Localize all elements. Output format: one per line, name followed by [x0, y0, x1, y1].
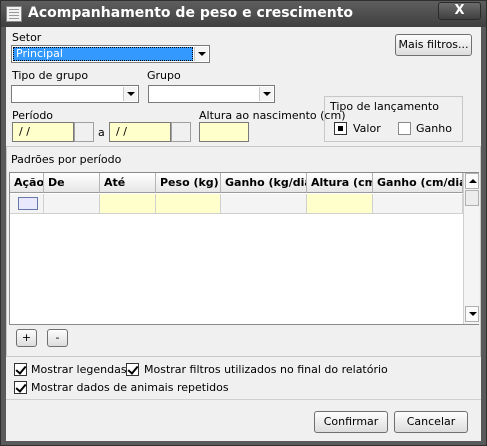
ganho-label: Ganho [416, 122, 452, 135]
col-acao[interactable]: Ação [10, 173, 44, 193]
periodo-start-picker[interactable] [74, 122, 94, 142]
periodo-label: Período [12, 109, 54, 122]
tipo-lancamento-label: Tipo de lançamento [330, 100, 439, 113]
dialog-window: Acompanhamento de peso e crescimento X S… [0, 0, 487, 446]
grid-scrollbar[interactable] [463, 173, 479, 324]
app-icon [6, 6, 22, 22]
mostrar-legendas-checkbox[interactable] [14, 363, 27, 376]
setor-label: Setor [12, 31, 42, 44]
mostrar-filtros-checkbox[interactable] [126, 363, 139, 376]
tipo-grupo-select[interactable] [11, 85, 139, 103]
mostrar-filtros-label: Mostrar filtros utilizados no final do r… [144, 363, 388, 376]
row-action-checkbox[interactable] [18, 197, 38, 210]
padroes-grid[interactable]: Ação De Até Peso (kg) Ganho (kg/dia) Alt… [9, 172, 479, 325]
setor-select[interactable]: Principal [11, 45, 210, 63]
add-row-button[interactable]: + [16, 329, 37, 347]
mostrar-legendas-label: Mostrar legendas [31, 363, 127, 376]
mostrar-repetidos-checkbox[interactable] [14, 381, 27, 394]
col-altura[interactable]: Altura (cm [307, 173, 373, 193]
row-ganho-kg-cell[interactable] [221, 194, 307, 214]
setor-value: Principal [13, 47, 193, 61]
periodo-separator: a [98, 126, 105, 139]
cancelar-button[interactable]: Cancelar [394, 411, 468, 433]
chevron-down-icon[interactable] [123, 87, 137, 101]
periodo-end-picker[interactable] [171, 122, 191, 142]
chevron-down-icon[interactable] [259, 87, 273, 101]
confirmar-button[interactable]: Confirmar [314, 411, 388, 433]
chevron-down-icon[interactable] [194, 47, 208, 61]
row-altura-cell[interactable] [307, 194, 373, 214]
close-button[interactable]: X [438, 2, 481, 20]
periodo-end-input[interactable]: / / [109, 122, 171, 142]
tipo-lancamento-group: Tipo de lançamento Valor Ganho [324, 96, 463, 142]
dialog-body: Setor Principal Mais filtros... Tipo de … [6, 27, 481, 441]
title-bar[interactable]: Acompanhamento de peso e crescimento X [1, 1, 486, 27]
mais-filtros-button[interactable]: Mais filtros... [395, 34, 472, 56]
window-title: Acompanhamento de peso e crescimento [28, 5, 354, 21]
row-de-cell[interactable] [44, 194, 100, 214]
periodo-start-input[interactable]: / / [12, 122, 74, 142]
row-ate-cell[interactable] [100, 194, 156, 214]
col-peso[interactable]: Peso (kg) [156, 173, 221, 193]
col-ate[interactable]: Até [100, 173, 156, 193]
row-ganho-cm-cell[interactable] [373, 194, 463, 214]
altura-nascimento-input[interactable] [199, 122, 249, 142]
valor-radio[interactable] [334, 122, 347, 135]
grupo-label: Grupo [147, 69, 181, 82]
tipo-grupo-label: Tipo de grupo [12, 69, 89, 82]
valor-label: Valor [353, 122, 381, 135]
scroll-thumb[interactable] [465, 190, 479, 206]
scroll-up-icon[interactable] [465, 173, 479, 189]
padroes-label: Padrões por período [11, 153, 122, 166]
ganho-radio[interactable] [398, 122, 411, 135]
row-acao-cell[interactable] [10, 194, 44, 214]
remove-row-button[interactable]: - [47, 329, 68, 347]
mostrar-repetidos-label: Mostrar dados de animais repetidos [31, 381, 229, 394]
col-de[interactable]: De [44, 173, 100, 193]
col-ganho-cm[interactable]: Ganho (cm/dia) [373, 173, 463, 193]
col-ganho-kg[interactable]: Ganho (kg/dia) [221, 173, 307, 193]
footer-divider [6, 399, 481, 400]
grupo-select[interactable] [148, 85, 275, 103]
scroll-down-icon[interactable] [465, 306, 479, 322]
row-peso-cell[interactable] [156, 194, 221, 214]
